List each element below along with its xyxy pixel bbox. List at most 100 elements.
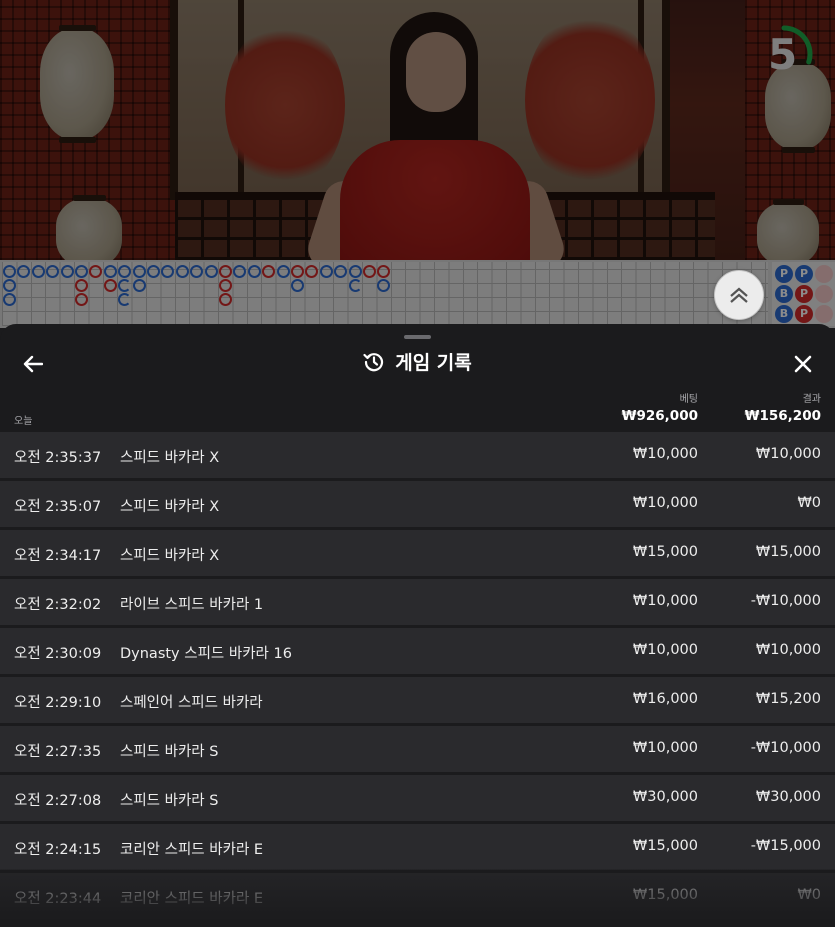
- double-chevron-up-icon: [730, 287, 748, 303]
- bead-marker: [161, 265, 175, 278]
- side-prediction-panel: PPBPBP: [772, 262, 835, 326]
- row-game-name: 스피드 바카라 S: [120, 793, 219, 809]
- bead-marker: [118, 265, 132, 278]
- round-countdown-timer: 5: [754, 14, 818, 98]
- row-time: 오전 2:35:37: [14, 450, 102, 466]
- row-bet-amount: ₩15,000: [632, 544, 698, 560]
- row-game-name: 스피드 바카라 X: [120, 548, 220, 564]
- history-row[interactable]: 오전 2:24:15 코리안 스피드 바카라 E ₩15,000 -₩15,000: [0, 824, 835, 870]
- row-result-amount: ₩15,200: [755, 691, 821, 707]
- bead-marker: [132, 279, 146, 292]
- row-game-name: 스피드 바카라 X: [120, 450, 220, 466]
- row-bet-amount: ₩15,000: [632, 838, 698, 854]
- row-game-name: 스페인어 스피드 바카라: [120, 695, 263, 711]
- bead-marker: [219, 279, 232, 292]
- row-game-name: 코리안 스피드 바카라 E: [120, 842, 264, 858]
- history-row[interactable]: 오전 2:35:37 스피드 바카라 X ₩10,000 ₩10,000: [0, 432, 835, 478]
- prediction-placeholder: [815, 285, 833, 303]
- bead-marker: [305, 265, 319, 278]
- row-bet-amount: ₩16,000: [632, 691, 698, 707]
- row-bet-amount: ₩10,000: [632, 642, 698, 658]
- row-time: 오전 2:27:08: [14, 793, 102, 809]
- bead-marker: [75, 293, 88, 306]
- bead-roadmap: PPBPBP: [0, 260, 835, 328]
- prediction-placeholder: [815, 265, 833, 283]
- row-game-name: 스피드 바카라 S: [120, 744, 219, 760]
- close-button[interactable]: [788, 346, 818, 382]
- bead-marker: [262, 265, 276, 278]
- row-result-amount: -₩10,000: [750, 740, 821, 756]
- row-time: 오전 2:24:15: [14, 842, 102, 858]
- expand-up-button[interactable]: [714, 270, 764, 320]
- bead-marker: [60, 265, 74, 278]
- roadmap-grid: [2, 262, 768, 326]
- history-row[interactable]: 오전 2:27:35 스피드 바카라 S ₩10,000 -₩10,000: [0, 726, 835, 772]
- bead-marker: [377, 265, 391, 278]
- bet-column-header: 베팅: [679, 394, 698, 405]
- countdown-number: 5: [768, 30, 798, 79]
- bead-marker: [334, 265, 348, 278]
- bead-marker: [190, 265, 204, 278]
- total-bet: ₩926,000: [621, 408, 698, 424]
- row-game-name: 스피드 바카라 X: [120, 499, 220, 515]
- row-bet-amount: ₩30,000: [632, 789, 698, 805]
- close-icon: [794, 355, 812, 373]
- bead-marker: [276, 265, 290, 278]
- row-bet-amount: ₩10,000: [632, 593, 698, 609]
- history-row[interactable]: 오전 2:32:02 라이브 스피드 바카라 1 ₩10,000 -₩10,000: [0, 579, 835, 625]
- row-time: 오전 2:35:07: [14, 499, 102, 515]
- row-result-amount: ₩10,000: [755, 642, 821, 658]
- row-time: 오전 2:29:10: [14, 695, 102, 711]
- bead-marker: [377, 279, 391, 292]
- row-result-amount: ₩30,000: [755, 789, 821, 805]
- bead-marker: [233, 265, 247, 278]
- result-column-header: 결과: [802, 394, 821, 405]
- history-row[interactable]: 오전 2:35:07 스피드 바카라 X ₩10,000 ₩0: [0, 481, 835, 527]
- bead-marker: [103, 265, 117, 278]
- history-list: 오전 2:35:37 스피드 바카라 X ₩10,000 ₩10,000 오전 2:35…: [0, 432, 835, 922]
- player-marker: P: [795, 265, 813, 283]
- drag-handle[interactable]: [404, 335, 431, 339]
- player-marker: B: [775, 285, 793, 303]
- title-group: 게임 기록: [0, 348, 835, 375]
- row-bet-amount: ₩10,000: [632, 495, 698, 511]
- history-row[interactable]: 오전 2:29:10 스페인어 스피드 바카라 ₩16,000 ₩15,200: [0, 677, 835, 723]
- bead-marker: [3, 293, 16, 306]
- row-bet-amount: ₩10,000: [632, 446, 698, 462]
- bead-marker: [291, 279, 304, 292]
- bead-marker: [118, 279, 132, 292]
- row-result-amount: -₩15,000: [750, 838, 821, 854]
- row-time: 오전 2:34:17: [14, 548, 102, 564]
- bead-marker: [247, 265, 261, 278]
- bead-marker: [319, 265, 333, 278]
- row-result-amount: ₩10,000: [755, 446, 821, 462]
- history-row[interactable]: 오전 2:30:09 Dynasty 스피드 바카라 16 ₩10,000 ₩10,0…: [0, 628, 835, 674]
- bead-marker: [348, 279, 362, 292]
- player-marker: P: [775, 265, 793, 283]
- date-group-label: 오늘: [14, 416, 33, 427]
- bead-marker: [75, 265, 88, 278]
- bead-marker: [175, 265, 189, 278]
- history-row[interactable]: 오전 2:34:17 스피드 바카라 X ₩15,000 ₩15,000: [0, 530, 835, 576]
- row-game-name: Dynasty 스피드 바카라 16: [120, 646, 292, 662]
- prediction-placeholder: [815, 305, 833, 323]
- bead-marker: [132, 265, 146, 278]
- bead-marker: [219, 293, 232, 306]
- history-row[interactable]: 오전 2:27:08 스피드 바카라 S ₩30,000 ₩30,000: [0, 775, 835, 821]
- row-game-name: 라이브 스피드 바카라 1: [120, 597, 264, 613]
- bead-marker: [291, 265, 304, 278]
- history-icon: [363, 352, 384, 371]
- row-time: 오전 2:27:35: [14, 744, 102, 760]
- banker-marker: P: [795, 285, 813, 303]
- game-history-panel: 게임 기록 베팅 결과 오늘 ₩926,000 ₩156,200 오전 2:35…: [0, 324, 835, 927]
- bead-marker: [147, 265, 160, 278]
- row-bet-amount: ₩10,000: [632, 740, 698, 756]
- row-result-amount: ₩15,000: [755, 544, 821, 560]
- bead-marker: [219, 265, 232, 278]
- bead-marker: [348, 265, 362, 278]
- banker-marker: P: [795, 305, 813, 323]
- live-dealer-video: 5: [0, 0, 835, 260]
- row-time: 오전 2:32:02: [14, 597, 102, 613]
- row-result-amount: -₩10,000: [750, 593, 821, 609]
- bead-marker: [363, 265, 376, 278]
